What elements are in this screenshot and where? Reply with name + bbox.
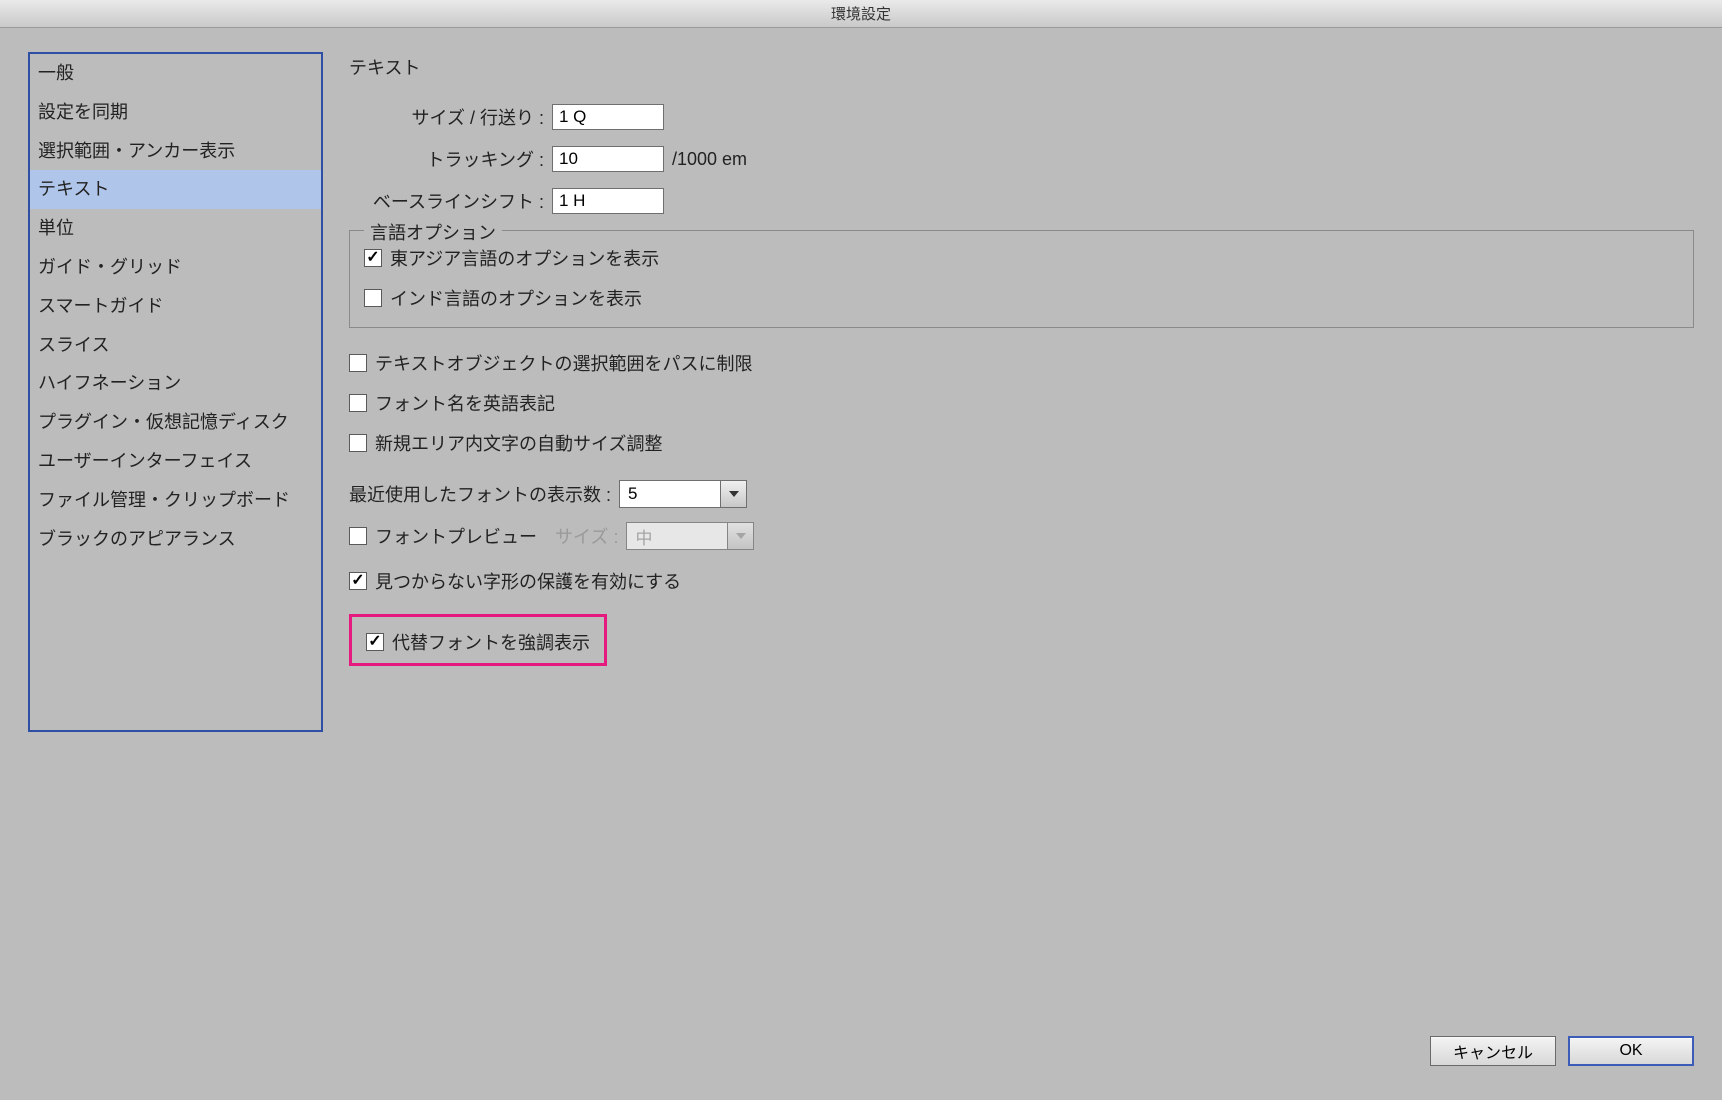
baseline-shift-label: ベースラインシフト :	[349, 188, 544, 214]
sidebar-item-plugins-scratch[interactable]: プラグイン・仮想記憶ディスク	[30, 403, 321, 442]
font-preview-size-input	[627, 523, 727, 549]
sidebar-item-guides-grid[interactable]: ガイド・グリッド	[30, 248, 321, 287]
limit-path-checkbox[interactable]	[349, 354, 367, 372]
recent-fonts-row: 最近使用したフォントの表示数 :	[349, 480, 1694, 508]
auto-size-checkbox[interactable]	[349, 434, 367, 452]
font-preview-label: フォントプレビュー	[375, 523, 537, 549]
sidebar-item-selection-anchor[interactable]: 選択範囲・アンカー表示	[30, 132, 321, 171]
sidebar-item-file-clipboard[interactable]: ファイル管理・クリップボード	[30, 481, 321, 520]
english-font-names-checkbox[interactable]	[349, 394, 367, 412]
ok-button[interactable]: OK	[1568, 1036, 1694, 1066]
language-options-fieldset: 言語オプション 東アジア言語のオプションを表示 インド言語のオプションを表示	[349, 230, 1694, 328]
window-title: 環境設定	[831, 3, 891, 24]
limit-path-row: テキストオブジェクトの選択範囲をパスに制限	[349, 350, 1694, 376]
preferences-window: 環境設定 一般 設定を同期 選択範囲・アンカー表示 テキスト 単位 ガイド・グリ…	[0, 0, 1722, 1100]
sidebar-item-sync-settings[interactable]: 設定を同期	[30, 93, 321, 132]
main-panel: テキスト サイズ / 行送り : トラッキング : /1000 em ベースライ…	[349, 52, 1694, 1076]
window-titlebar: 環境設定	[0, 0, 1722, 28]
indic-row: インド言語のオプションを表示	[364, 285, 1679, 311]
auto-size-row: 新規エリア内文字の自動サイズ調整	[349, 430, 1694, 456]
english-font-names-label: フォント名を英語表記	[375, 390, 555, 416]
auto-size-label: 新規エリア内文字の自動サイズ調整	[375, 430, 662, 456]
highlight-substitute-checkbox[interactable]	[366, 633, 384, 651]
sidebar-item-slices[interactable]: スライス	[30, 326, 321, 365]
missing-glyph-label: 見つからない字形の保護を有効にする	[375, 568, 681, 594]
indic-label: インド言語のオプションを表示	[390, 285, 642, 311]
english-font-names-row: フォント名を英語表記	[349, 390, 1694, 416]
baseline-shift-row: ベースラインシフト :	[349, 188, 1694, 214]
sidebar-item-text[interactable]: テキスト	[30, 170, 321, 209]
sidebar-item-hyphenation[interactable]: ハイフネーション	[30, 364, 321, 403]
east-asian-row: 東アジア言語のオプションを表示	[364, 245, 1679, 271]
content-area: 一般 設定を同期 選択範囲・アンカー表示 テキスト 単位 ガイド・グリッド スマ…	[0, 28, 1722, 1100]
highlight-substitute-label: 代替フォントを強調表示	[392, 629, 590, 655]
limit-path-label: テキストオブジェクトの選択範囲をパスに制限	[375, 350, 752, 376]
section-title: テキスト	[349, 54, 1694, 80]
sidebar-item-units[interactable]: 単位	[30, 209, 321, 248]
recent-fonts-combo[interactable]	[619, 480, 747, 508]
highlight-substitute-annotation: 代替フォントを強調表示	[349, 614, 607, 666]
font-preview-size-dropdown-button	[727, 523, 753, 549]
tracking-row: トラッキング : /1000 em	[349, 146, 1694, 172]
missing-glyph-checkbox[interactable]	[349, 572, 367, 590]
tracking-unit: /1000 em	[672, 149, 747, 170]
sidebar-item-general[interactable]: 一般	[30, 54, 321, 93]
dialog-buttons: キャンセル OK	[1430, 1036, 1694, 1066]
east-asian-label: 東アジア言語のオプションを表示	[390, 245, 659, 271]
language-options-legend: 言語オプション	[364, 219, 502, 245]
sidebar-item-black-appearance[interactable]: ブラックのアピアランス	[30, 520, 321, 559]
recent-fonts-label: 最近使用したフォントの表示数 :	[349, 481, 611, 507]
highlight-substitute-row: 代替フォントを強調表示	[366, 629, 590, 655]
recent-fonts-dropdown-button[interactable]	[720, 481, 746, 507]
cancel-button[interactable]: キャンセル	[1430, 1036, 1556, 1066]
indic-checkbox[interactable]	[364, 289, 382, 307]
baseline-shift-input[interactable]	[552, 188, 664, 214]
category-sidebar: 一般 設定を同期 選択範囲・アンカー表示 テキスト 単位 ガイド・グリッド スマ…	[28, 52, 323, 732]
missing-glyph-row: 見つからない字形の保護を有効にする	[349, 568, 1694, 594]
size-leading-input[interactable]	[552, 104, 664, 130]
tracking-label: トラッキング :	[349, 146, 544, 172]
recent-fonts-input[interactable]	[620, 481, 720, 507]
sidebar-item-user-interface[interactable]: ユーザーインターフェイス	[30, 442, 321, 481]
font-preview-size-label: サイズ :	[555, 523, 618, 549]
font-preview-size-combo	[626, 522, 754, 550]
font-preview-row: フォントプレビュー サイズ :	[349, 522, 1694, 550]
size-leading-label: サイズ / 行送り :	[349, 104, 544, 130]
east-asian-checkbox[interactable]	[364, 249, 382, 267]
size-leading-row: サイズ / 行送り :	[349, 104, 1694, 130]
sidebar-item-smart-guides[interactable]: スマートガイド	[30, 287, 321, 326]
font-preview-checkbox[interactable]	[349, 527, 367, 545]
tracking-input[interactable]	[552, 146, 664, 172]
